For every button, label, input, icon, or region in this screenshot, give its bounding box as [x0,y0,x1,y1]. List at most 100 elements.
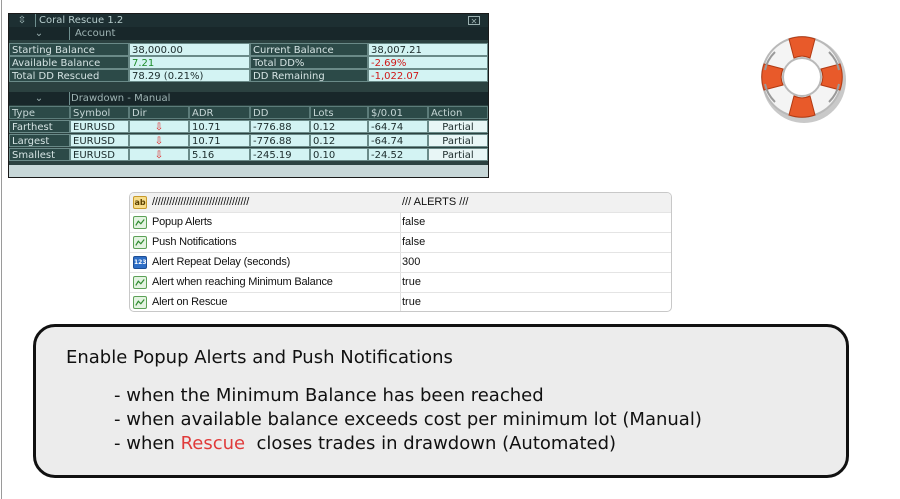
collapse-toggle-icon[interactable]: ⇳ [11,14,33,27]
property-name: Alert Repeat Delay (seconds) [152,256,291,268]
property-value[interactable]: false [402,233,425,252]
panel-title: Coral Rescue 1.2 [39,15,124,26]
col-adr: ADR [189,106,250,119]
partial-button[interactable]: Partial [428,120,488,133]
col-dd: DD [250,106,310,119]
row-type: Smallest [9,148,70,161]
chevron-down-icon[interactable]: ⌄ [11,92,67,105]
note-line: - when Rescue closes trades in drawdown … [114,433,616,454]
down-arrow-icon: ⇩ [129,134,189,147]
starting-balance-label: Starting Balance [9,43,129,56]
alerts-header-value: /// ALERTS /// [402,196,469,208]
col-lots: Lots [310,106,368,119]
note-line: - when available balance exceeds cost pe… [114,409,702,430]
property-row[interactable]: Popup Alerts false [130,213,671,233]
available-balance-value: 7.21 [129,56,250,69]
col-symbol: Symbol [70,106,129,119]
account-row-3: Total DD Rescued 78.29 (0.21%) DD Remain… [9,69,488,82]
row-dd: -245.19 [250,148,310,161]
left-border-line [1,0,2,499]
bool-param-icon [133,236,147,249]
down-arrow-icon: ⇩ [129,148,189,161]
property-value[interactable]: true [402,293,421,311]
property-row[interactable]: Alert when reaching Minimum Balance true [130,273,671,293]
property-value[interactable]: false [402,213,425,232]
row-lots: 0.12 [310,134,368,147]
rescue-highlight: Rescue [180,433,246,454]
col-action: Action [428,106,488,119]
chevron-down-icon[interactable]: ⌄ [11,27,67,40]
property-name: Push Notifications [152,236,237,248]
explanation-note-box: Enable Popup Alerts and Push Notificatio… [33,324,849,478]
alerts-header-row[interactable]: ab ////////////////////////////////// //… [130,193,671,213]
total-dd-rescued-label: Total DD Rescued [9,69,129,82]
property-value[interactable]: true [402,273,421,292]
panel-title-bar[interactable]: ⇳ Coral Rescue 1.2 ✕ [9,14,488,27]
row-per001: -24.52 [368,148,428,161]
row-dd: -776.88 [250,120,310,133]
current-balance-label: Current Balance [250,43,368,56]
available-balance-label: Available Balance [9,56,129,69]
account-header-label: Account [75,28,116,39]
title-divider [35,14,36,27]
panel-footer [9,165,488,177]
down-arrow-icon: ⇩ [129,120,189,133]
account-row-2: Available Balance 7.21 Total DD% -2.69% [9,56,488,69]
total-dd-pct-label: Total DD% [250,56,368,69]
row-lots: 0.12 [310,120,368,133]
col-dir: Dir [129,106,189,119]
property-name: Popup Alerts [152,216,212,228]
table-row: Farthest EURUSD ⇩ 10.71 -776.88 0.12 -64… [9,120,488,133]
row-per001: -64.74 [368,134,428,147]
starting-balance-value: 38,000.00 [129,43,250,56]
table-row: Smallest EURUSD ⇩ 5.16 -245.19 0.10 -24.… [9,148,488,161]
drawdown-header-label: Drawdown - Manual [71,93,171,104]
coral-rescue-panel: ⇳ Coral Rescue 1.2 ✕ ⌄ Account Starting … [8,13,489,178]
table-row: Largest EURUSD ⇩ 10.71 -776.88 0.12 -64.… [9,134,488,147]
bool-param-icon [133,216,147,229]
row-type: Largest [9,134,70,147]
note-title: Enable Popup Alerts and Push Notificatio… [66,347,453,368]
row-type: Farthest [9,120,70,133]
text-param-icon: ab [133,196,147,209]
alerts-header-name: ////////////////////////////////// [152,196,250,208]
property-row[interactable]: 123 Alert Repeat Delay (seconds) 300 [130,253,671,273]
row-lots: 0.10 [310,148,368,161]
note-line: - when the Minimum Balance has been reac… [114,385,544,406]
row-symbol: EURUSD [70,134,129,147]
col-per001: $/0.01 [368,106,428,119]
row-adr: 5.16 [189,148,250,161]
bool-param-icon [133,276,147,289]
number-param-icon: 123 [133,256,147,269]
drawdown-section-header[interactable]: ⌄ Drawdown - Manual [9,92,488,105]
dd-remaining-value: -1,022.07 [368,69,488,82]
drawdown-column-headers: Type Symbol Dir ADR DD Lots $/0.01 Actio… [9,106,488,119]
total-dd-pct-value: -2.69% [368,56,488,69]
property-row[interactable]: Push Notifications false [130,233,671,253]
account-row-1: Starting Balance 38,000.00 Current Balan… [9,43,488,56]
life-ring-icon [761,36,846,123]
partial-button[interactable]: Partial [428,148,488,161]
header-divider [69,92,70,105]
close-icon[interactable]: ✕ [468,16,480,26]
current-balance-value: 38,007.21 [368,43,488,56]
row-adr: 10.71 [189,120,250,133]
property-name: Alert on Rescue [152,296,228,308]
header-divider [69,27,70,40]
property-row[interactable]: Alert on Rescue true [130,293,671,311]
note-line-prefix: - when [114,433,181,454]
property-name: Alert when reaching Minimum Balance [152,276,333,288]
dd-remaining-label: DD Remaining [250,69,368,82]
note-line-suffix: closes trades in drawdown (Automated) [245,433,617,454]
property-value[interactable]: 300 [402,253,420,272]
total-dd-rescued-value: 78.29 (0.21%) [129,69,250,82]
col-type: Type [9,106,70,119]
row-adr: 10.71 [189,134,250,147]
bool-param-icon [133,296,147,309]
partial-button[interactable]: Partial [428,134,488,147]
row-dd: -776.88 [250,134,310,147]
row-per001: -64.74 [368,120,428,133]
row-symbol: EURUSD [70,148,129,161]
row-symbol: EURUSD [70,120,129,133]
account-section-header[interactable]: ⌄ Account [9,27,488,40]
